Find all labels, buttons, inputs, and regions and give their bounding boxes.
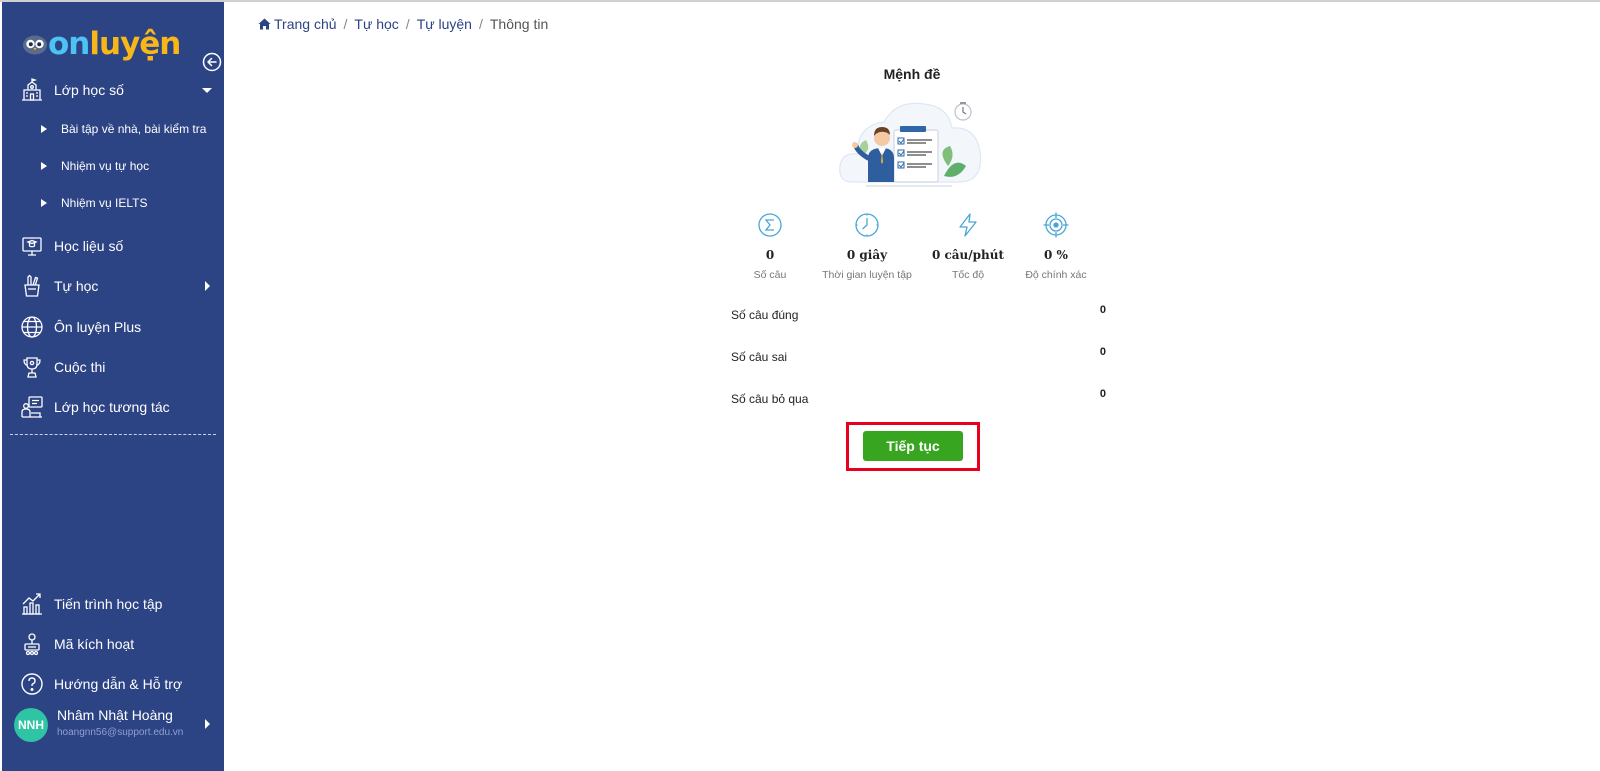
sidebar-item-label: Hướng dẫn & Hỗ trợ xyxy=(54,676,183,692)
result-value: 0 xyxy=(1099,346,1106,358)
trophy-icon xyxy=(23,357,41,378)
stat-so-cau: 0 Số câu xyxy=(715,212,825,281)
result-row-so-cau-sai: Số câu sai 0 xyxy=(731,346,1106,376)
caret-right-icon xyxy=(205,719,210,729)
caret-right-icon xyxy=(41,199,47,207)
user-profile[interactable]: NNH Nhâm Nhật Hoàng hoangnn56@support.ed… xyxy=(2,704,224,748)
result-row-so-cau-dung: Số câu đúng 0 xyxy=(731,304,1106,334)
sidebar-item-lop-hoc-so[interactable]: Lớp học số xyxy=(2,72,224,108)
logo-text: onluyện xyxy=(48,25,181,62)
sigma-icon xyxy=(758,213,782,237)
stat-caption: Thời gian luyện tập xyxy=(822,269,912,281)
target-icon xyxy=(1043,212,1069,238)
digital-material-icon xyxy=(22,237,42,256)
sidebar-item-huong-dan-ho-tro[interactable]: Hướng dẫn & Hỗ trợ xyxy=(2,666,224,702)
sidebar-item-tien-trinh-hoc-tap[interactable]: Tiến trình học tập xyxy=(2,586,224,622)
pencil-cup-icon xyxy=(24,274,40,297)
interactive-class-icon xyxy=(21,396,43,418)
breadcrumb-tu-hoc[interactable]: Tự học xyxy=(354,16,398,32)
result-label: Số câu bỏ qua xyxy=(731,392,809,406)
sidebar-item-label: Tự học xyxy=(54,278,99,294)
result-label: Số câu đúng xyxy=(731,308,799,322)
stat-value: 0 % xyxy=(1044,248,1068,262)
sidebar-subitem-nhiem-vu-tu-hoc[interactable]: Nhiệm vụ tự học xyxy=(2,151,224,181)
owl-logo-icon xyxy=(23,35,47,55)
breadcrumb-separator: / xyxy=(343,16,348,32)
result-label: Số câu sai xyxy=(731,350,788,364)
stat-caption: Độ chính xác xyxy=(1025,269,1087,281)
sidebar-subitem-label: Nhiệm vụ tự học xyxy=(61,159,150,173)
school-building-icon xyxy=(22,78,42,101)
sidebar-item-cuoc-thi[interactable]: Cuộc thi xyxy=(2,349,224,385)
lightning-icon xyxy=(959,213,977,237)
help-circle-icon xyxy=(21,673,43,695)
result-value: 0 xyxy=(1099,304,1106,316)
home-icon xyxy=(258,18,271,30)
sidebar-item-label: Lớp học tương tác xyxy=(54,399,170,415)
result-row-so-cau-bo-qua: Số câu bỏ qua 0 xyxy=(731,388,1106,418)
continue-button[interactable]: Tiếp tục xyxy=(863,431,963,461)
activation-code-icon xyxy=(24,633,40,656)
sidebar-item-tu-hoc[interactable]: Tự học xyxy=(2,268,224,304)
arrow-left-circle-icon[interactable] xyxy=(202,52,222,72)
clock-icon xyxy=(855,213,879,237)
sidebar-item-label: Học liệu số xyxy=(54,238,124,254)
globe-icon xyxy=(21,316,43,338)
caret-right-icon xyxy=(41,162,47,170)
avatar: NNH xyxy=(14,708,48,742)
breadcrumb-current: Thông tin xyxy=(489,16,549,32)
sidebar-item-on-luyen-plus[interactable]: Ôn luyện Plus xyxy=(2,309,224,345)
sidebar-item-ma-kich-hoat[interactable]: Mã kích hoạt xyxy=(2,626,224,662)
progress-chart-icon xyxy=(22,593,42,615)
sidebar: onluyện Lớp học số Bài tập về nhà, bài k… xyxy=(2,2,224,771)
breadcrumb-home[interactable]: Trang chủ xyxy=(258,16,337,32)
result-value: 0 xyxy=(1099,388,1106,400)
stat-caption: Số câu xyxy=(753,269,787,281)
logo[interactable]: onluyện xyxy=(22,24,181,64)
sidebar-subitem-nhiem-vu-ielts[interactable]: Nhiệm vụ IELTS xyxy=(2,188,224,218)
page-title: Mệnh đề xyxy=(883,66,941,82)
caret-right-icon xyxy=(205,281,210,291)
caret-right-icon xyxy=(41,125,47,133)
sidebar-item-label: Ôn luyện Plus xyxy=(54,319,142,335)
user-email: hoangnn56@support.edu.vn xyxy=(57,727,184,738)
stat-thoi-gian: 0 giây Thời gian luyện tập xyxy=(812,212,922,281)
breadcrumb-separator: / xyxy=(478,16,483,32)
sidebar-item-label: Lớp học số xyxy=(54,82,124,98)
stat-value: 0 xyxy=(765,248,775,262)
caret-down-icon xyxy=(202,88,212,93)
breadcrumb-tu-luyen[interactable]: Tự luyện xyxy=(417,16,472,32)
breadcrumb-separator: / xyxy=(405,16,410,32)
sidebar-subitem-label: Bài tập về nhà, bài kiểm tra xyxy=(61,122,207,136)
stat-value: 0 giây xyxy=(846,248,888,262)
stat-do-chinh-xac: 0 % Độ chính xác xyxy=(1001,212,1111,281)
sidebar-item-lop-hoc-tuong-tac[interactable]: Lớp học tương tác xyxy=(2,389,224,425)
sidebar-item-label: Cuộc thi xyxy=(54,359,106,375)
breadcrumb: Trang chủ / Tự học / Tự luyện / Thông ti… xyxy=(258,16,548,32)
sidebar-subitem-label: Nhiệm vụ IELTS xyxy=(61,196,148,210)
sidebar-item-label: Mã kích hoạt xyxy=(54,636,135,652)
user-name: Nhâm Nhật Hoàng xyxy=(57,707,173,723)
top-border xyxy=(0,0,1600,2)
sidebar-divider xyxy=(10,434,216,435)
sidebar-item-hoc-lieu-so[interactable]: Học liệu số xyxy=(2,228,224,264)
teacher-checklist-illustration xyxy=(839,102,982,187)
sidebar-item-label: Tiến trình học tập xyxy=(54,596,163,612)
sidebar-subitem-bai-tap[interactable]: Bài tập về nhà, bài kiểm tra xyxy=(2,114,224,144)
